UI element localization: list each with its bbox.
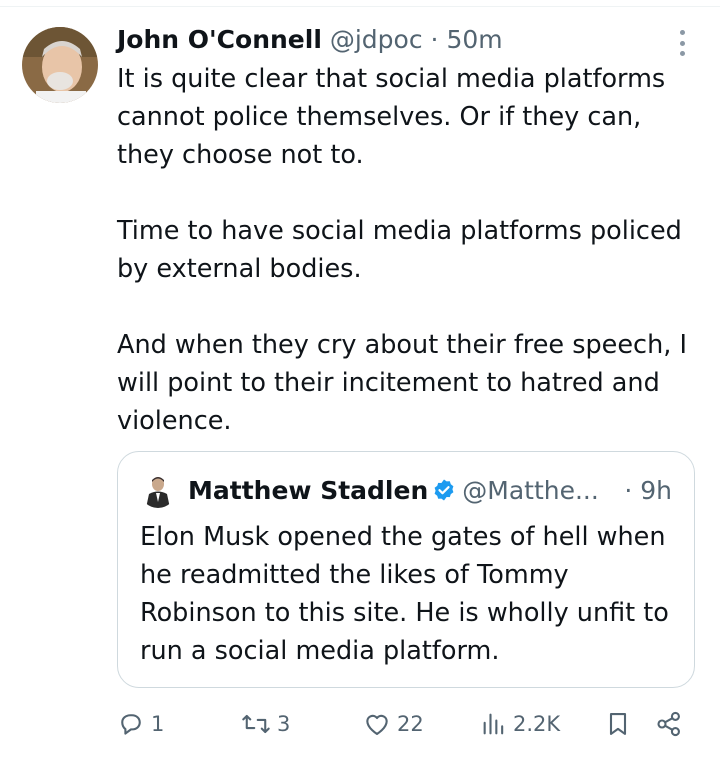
share-icon [655,710,683,738]
bookmark-icon [605,710,631,738]
author-avatar[interactable] [22,27,98,103]
verified-badge-icon [432,475,456,513]
quoted-tweet[interactable]: Matthew Stadlen @Matthe... · 9h Elon Musk… [117,451,695,688]
reply-icon [117,710,145,738]
like-count: 22 [397,712,424,736]
tweet-actions: 1 3 22 2.2K [117,706,697,742]
quoted-author-handle[interactable]: @Matthe... [462,476,599,505]
reply-button[interactable]: 1 [117,706,164,742]
author-handle[interactable]: @jdpoc [330,25,423,54]
quoted-header-separator: · [624,476,633,505]
author-name[interactable]: John O'Connell [117,25,322,54]
tweet-time[interactable]: 50m [446,25,502,54]
views-count: 2.2K [513,712,561,736]
repost-button[interactable]: 3 [241,706,290,742]
views-button[interactable]: 2.2K [481,706,560,742]
quoted-tweet-time[interactable]: · 9h [624,472,672,510]
share-button[interactable] [655,706,683,742]
quoted-author-avatar[interactable] [140,472,176,508]
bookmark-button[interactable] [605,706,631,742]
tweet-paragraph: It is quite clear that social media plat… [117,64,666,170]
header-separator: · [430,25,439,54]
quoted-tweet-header: Matthew Stadlen @Matthe... · 9h [188,472,672,513]
top-divider [0,6,720,7]
analytics-icon [481,710,507,738]
heart-icon [363,710,391,738]
reply-count: 1 [151,712,165,736]
tweet-paragraph: And when they cry about their free speec… [117,330,687,436]
repost-count: 3 [277,712,291,736]
quoted-author-name[interactable]: Matthew Stadlen [188,476,428,505]
tweet-header: John O'Connell @jdpoc · 50m [117,22,660,58]
more-options-icon[interactable] [670,28,694,58]
repost-icon [241,710,271,738]
quoted-tweet-text: Elon Musk opened the gates of hell when … [140,522,669,666]
like-button[interactable]: 22 [363,706,424,742]
quoted-time-value: 9h [640,476,672,505]
tweet-text: It is quite clear that social media plat… [117,60,692,440]
tweet-paragraph: Time to have social media platforms poli… [117,216,682,284]
